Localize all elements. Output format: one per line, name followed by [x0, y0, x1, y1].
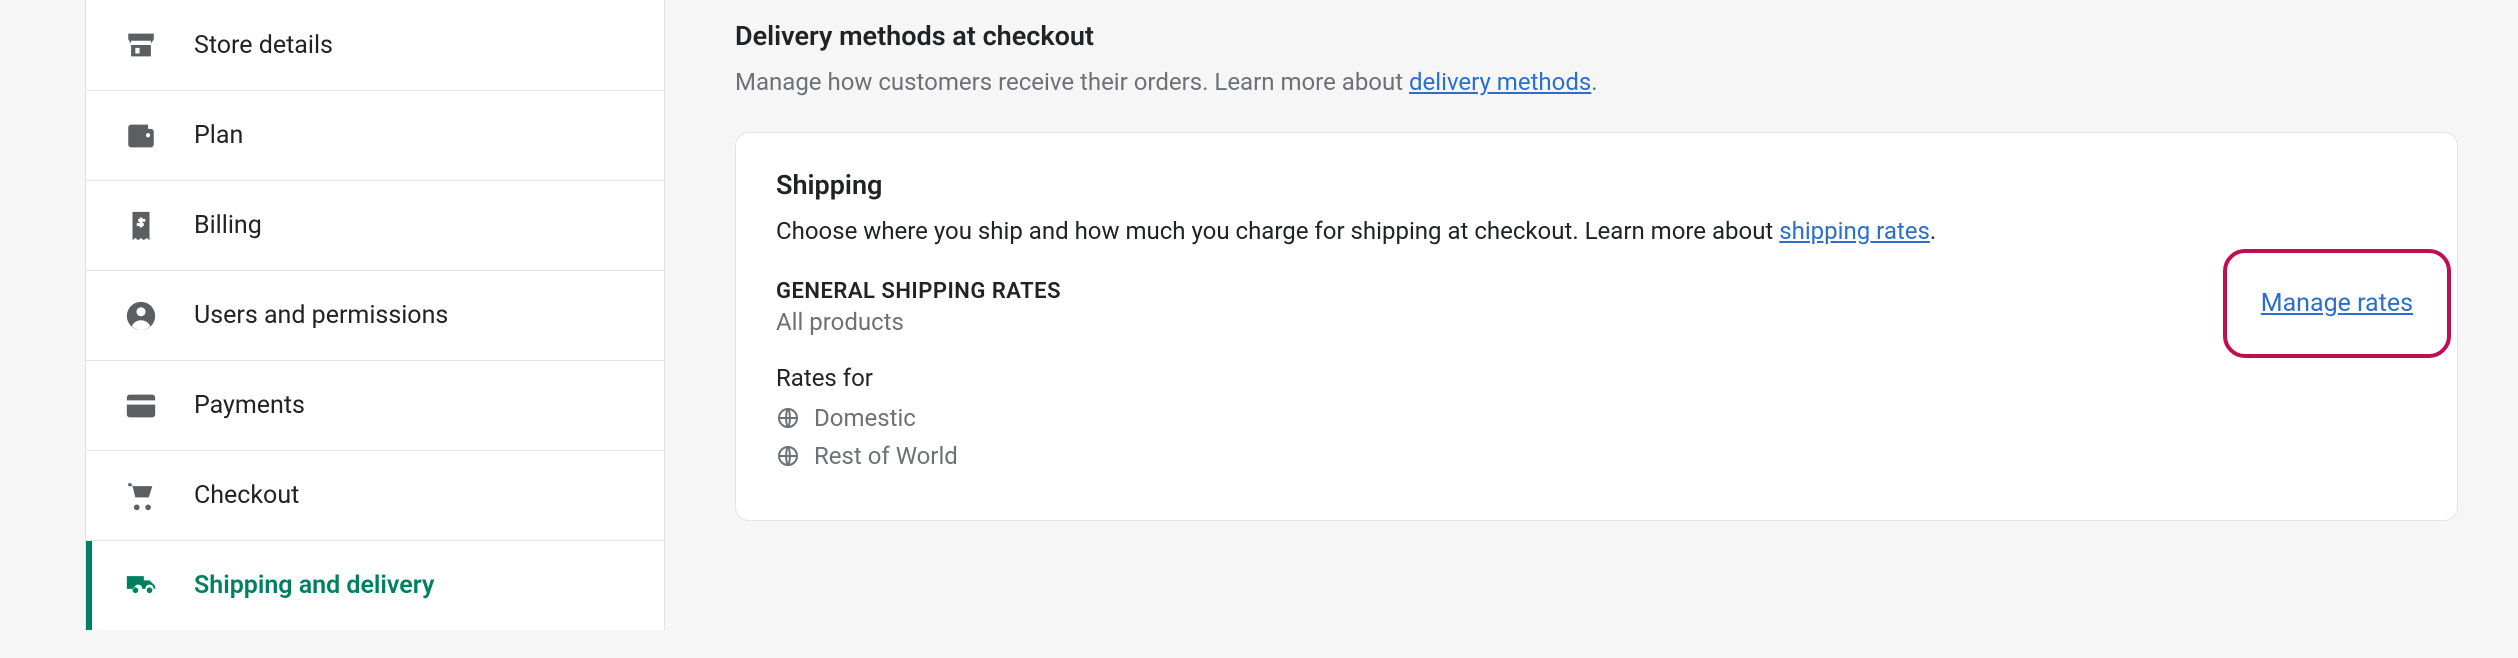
sidebar-item-checkout[interactable]: Checkout: [86, 450, 664, 540]
sidebar-item-users[interactable]: Users and permissions: [86, 270, 664, 360]
sidebar-item-plan[interactable]: Plan: [86, 90, 664, 180]
rate-label: Rest of World: [814, 442, 958, 470]
sidebar-item-shipping[interactable]: Shipping and delivery: [86, 540, 664, 630]
receipt-icon: [122, 207, 160, 245]
manage-rates-highlight: Manage rates: [2223, 249, 2451, 358]
section-desc-text: Manage how customers receive their order…: [735, 68, 1409, 96]
wallet-icon: [122, 117, 160, 155]
globe-icon: [776, 444, 800, 468]
store-icon: [122, 26, 160, 64]
globe-icon: [776, 406, 800, 430]
section-description: Manage how customers receive their order…: [735, 68, 2458, 96]
sidebar-item-store-details[interactable]: Store details: [86, 0, 664, 90]
rate-row: Rest of World: [776, 442, 2417, 470]
shipping-card: Shipping Choose where you ship and how m…: [735, 132, 2458, 521]
sidebar-item-label: Plan: [194, 121, 243, 150]
rates-for-label: Rates for: [776, 364, 2417, 392]
card-icon: [122, 387, 160, 425]
sidebar-item-label: Store details: [194, 31, 333, 60]
sidebar-item-label: Billing: [194, 211, 262, 240]
general-rates-heading: GENERAL SHIPPING RATES: [776, 279, 1061, 304]
cart-icon: [122, 477, 160, 515]
manage-rates-link[interactable]: Manage rates: [2261, 289, 2413, 318]
truck-icon: [122, 567, 160, 605]
general-rates-sub: All products: [776, 308, 1061, 336]
section-desc-suffix: .: [1591, 68, 1597, 96]
card-title: Shipping: [776, 169, 2417, 201]
sidebar-item-label: Payments: [194, 391, 305, 420]
shipping-rates-link[interactable]: shipping rates: [1779, 217, 1930, 245]
card-desc-text: Choose where you ship and how much you c…: [776, 217, 1779, 245]
settings-sidebar: Store details Plan Billing Users and per…: [85, 0, 665, 630]
section-title: Delivery methods at checkout: [735, 20, 2458, 52]
sidebar-item-billing[interactable]: Billing: [86, 180, 664, 270]
delivery-methods-link[interactable]: delivery methods: [1409, 68, 1591, 96]
card-desc-suffix: .: [1930, 217, 1936, 245]
rate-row: Domestic: [776, 404, 2417, 432]
card-description: Choose where you ship and how much you c…: [776, 217, 2417, 245]
sidebar-item-label: Users and permissions: [194, 301, 448, 330]
sidebar-item-label: Checkout: [194, 481, 299, 510]
sidebar-item-label: Shipping and delivery: [194, 571, 434, 600]
main-content: Delivery methods at checkout Manage how …: [665, 0, 2518, 658]
sidebar-item-payments[interactable]: Payments: [86, 360, 664, 450]
rate-label: Domestic: [814, 404, 916, 432]
user-icon: [122, 297, 160, 335]
